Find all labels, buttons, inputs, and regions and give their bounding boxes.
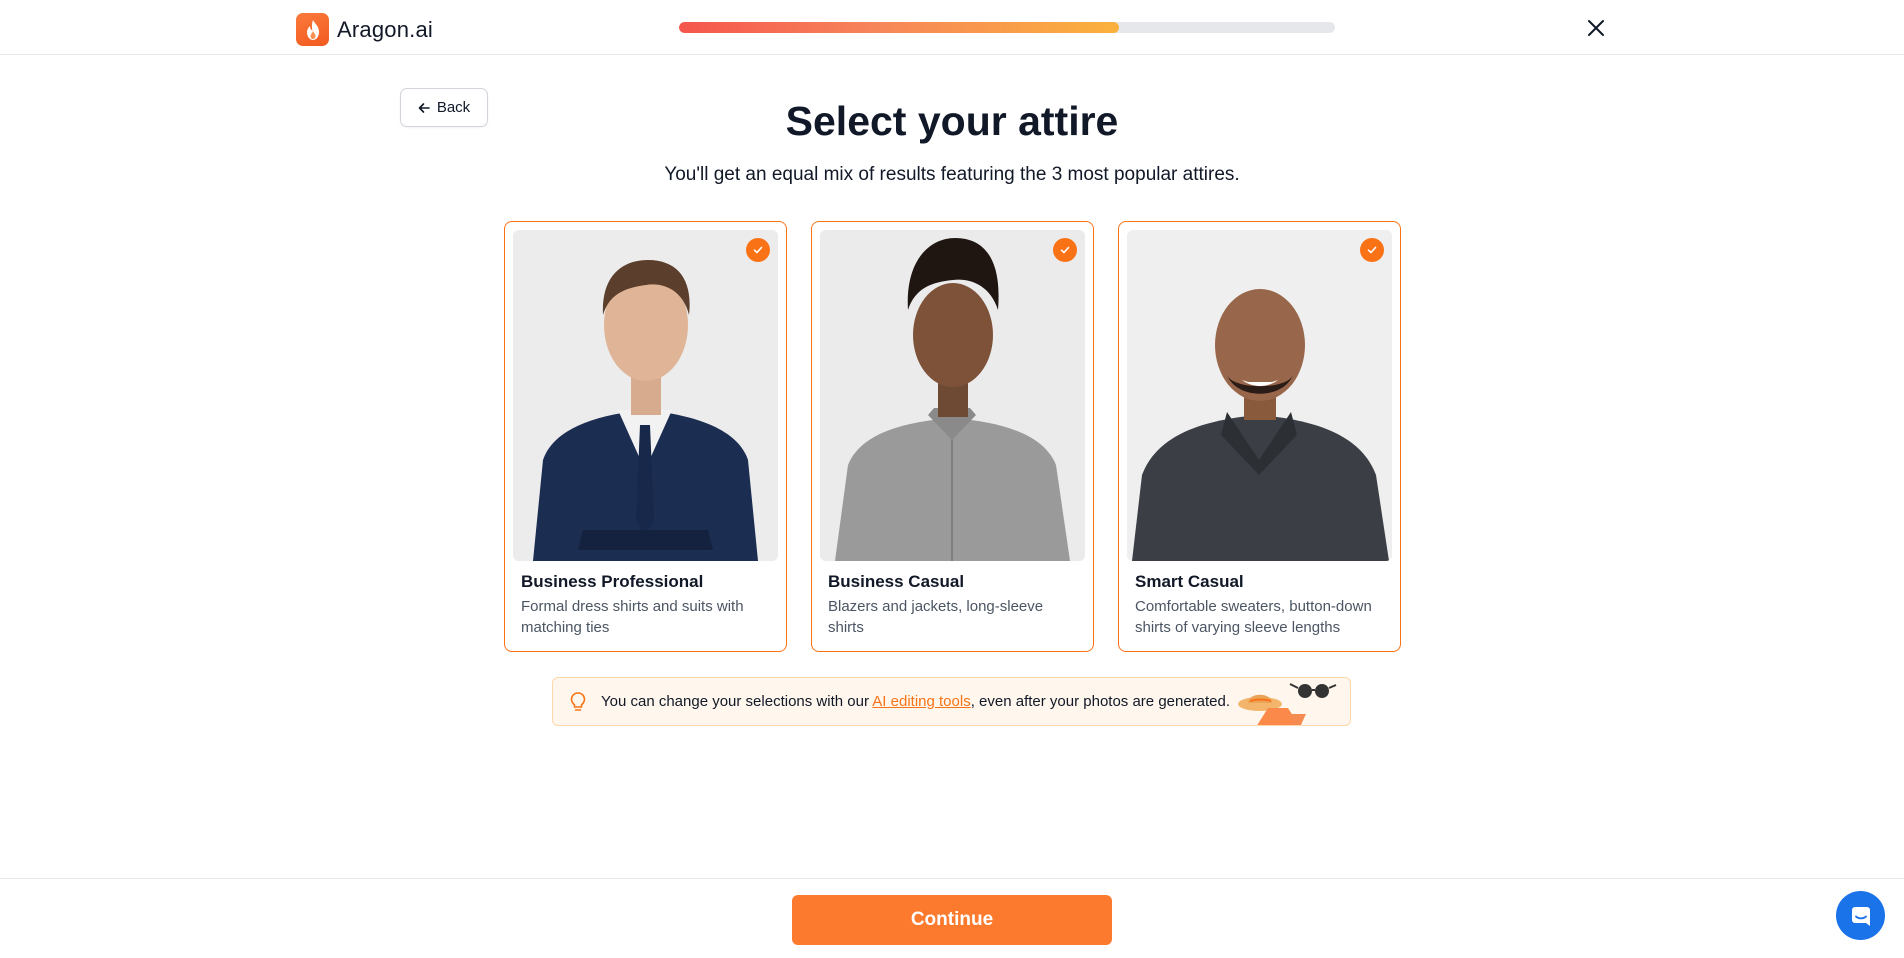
attire-description: Comfortable sweaters, button-down shirts… (1135, 598, 1372, 636)
close-button[interactable] (1584, 16, 1608, 40)
attire-description: Formal dress shirts and suits with match… (521, 598, 744, 636)
continue-button[interactable]: Continue (792, 895, 1112, 945)
check-icon (1360, 238, 1384, 262)
attire-title: Smart Casual (1135, 572, 1244, 591)
top-bar: Aragon.ai (0, 0, 1904, 55)
smart-casual-photo (1127, 230, 1392, 561)
lightbulb-icon (569, 691, 587, 718)
tip-text: You can change your selections with our … (601, 693, 1230, 710)
tip-text-before: You can change your selections with our (601, 693, 873, 710)
attire-description: Blazers and jackets, long-sleeve shirts (828, 598, 1044, 636)
attire-options: Business Professional Formal dress shirt… (504, 221, 1401, 652)
attire-card-smart-casual[interactable]: Smart Casual Comfortable sweaters, butto… (1118, 221, 1401, 652)
brand-logo[interactable]: Aragon.ai (296, 13, 433, 46)
ai-editing-tools-link[interactable]: AI editing tools (872, 693, 970, 710)
brand-name: Aragon.ai (337, 16, 433, 42)
attire-title: Business Professional (521, 572, 704, 591)
flame-icon (296, 13, 329, 46)
bottom-bar: Continue (0, 878, 1904, 958)
hat-and-sunglasses-illustration (1230, 678, 1340, 725)
attire-card-business-professional[interactable]: Business Professional Formal dress shirt… (504, 221, 787, 652)
editing-tip-banner: You can change your selections with our … (552, 677, 1351, 726)
check-icon (746, 238, 770, 262)
chat-icon (1851, 906, 1870, 926)
page-title: Select your attire (785, 98, 1119, 144)
tip-text-after: , even after your photos are generated. (970, 693, 1231, 710)
progress-fill (679, 22, 1119, 33)
business-professional-photo (513, 230, 778, 561)
page-subtitle: You'll get an equal mix of results featu… (664, 164, 1240, 185)
check-icon (1053, 238, 1077, 262)
attire-card-business-casual[interactable]: Business Casual Blazers and jackets, lon… (811, 221, 1094, 652)
chat-launcher-button[interactable] (1836, 891, 1885, 940)
progress-bar (679, 22, 1335, 33)
attire-title: Business Casual (828, 572, 965, 591)
business-casual-photo (820, 230, 1085, 561)
close-icon (1588, 20, 1604, 36)
